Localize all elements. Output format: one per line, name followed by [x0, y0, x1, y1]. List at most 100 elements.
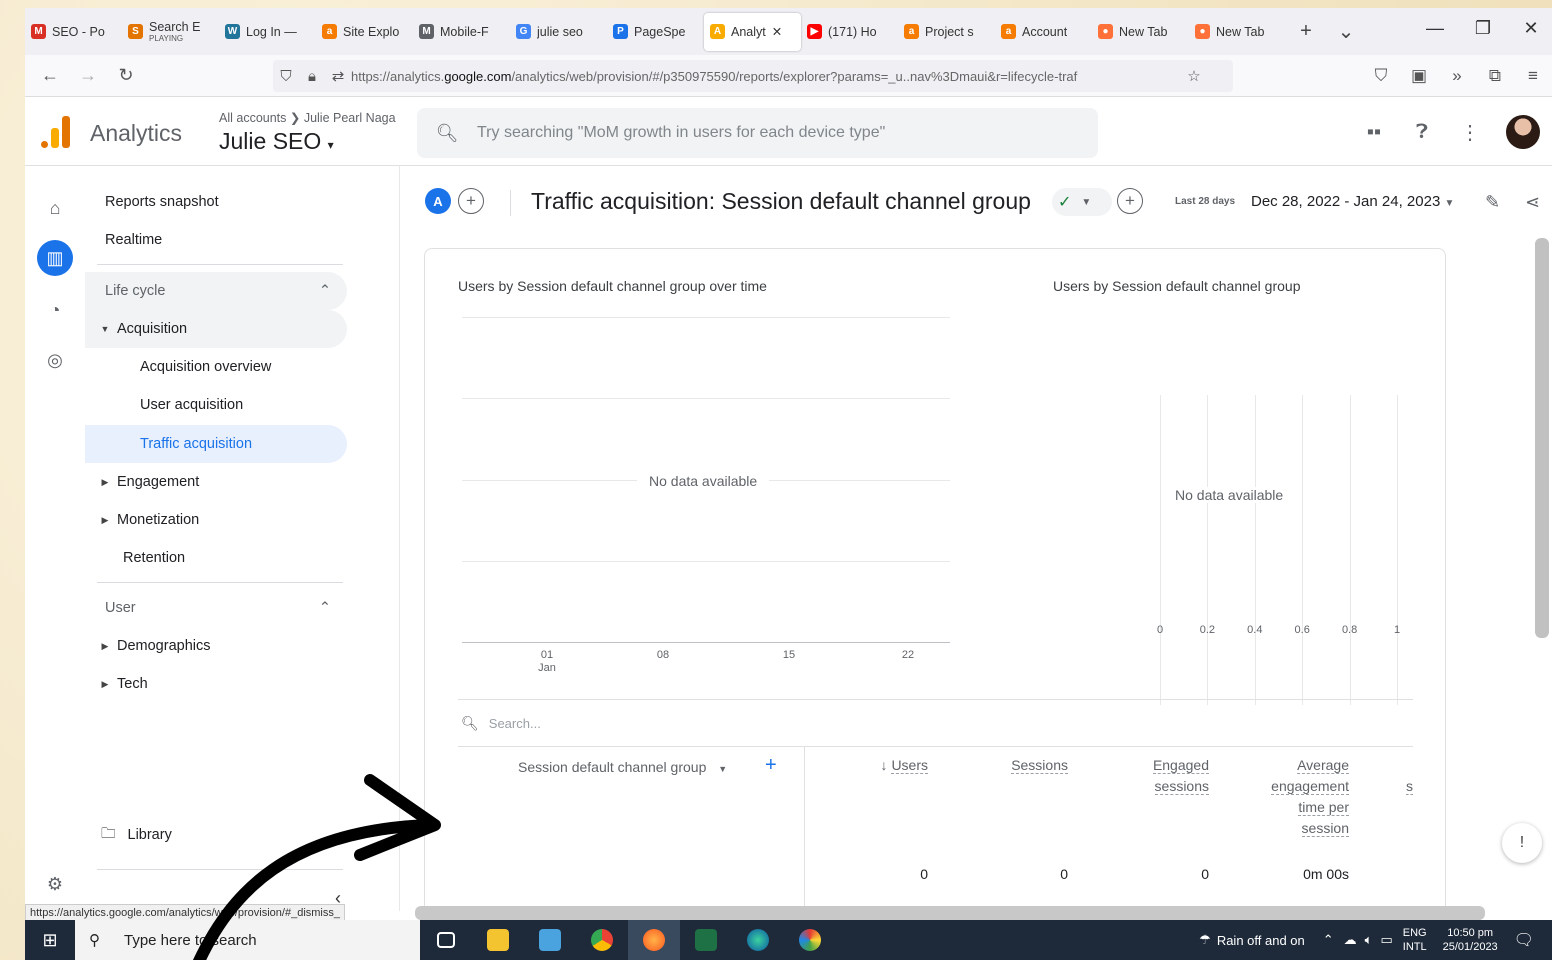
browser-tab[interactable]: P PageSpe	[607, 13, 704, 51]
browser-tab[interactable]: a Site Explo	[316, 13, 413, 51]
minimize-button[interactable]: —	[1415, 18, 1455, 39]
url-text[interactable]: https://analytics.google.com/analytics/w…	[351, 69, 1181, 84]
add-card-icon[interactable]: +	[1117, 188, 1143, 214]
reports-icon[interactable]: ▥	[37, 240, 73, 276]
bookmark-star-icon[interactable]: ☆	[1181, 67, 1207, 85]
add-dimension-icon[interactable]: +	[765, 754, 777, 777]
browser-tab[interactable]: M SEO - Po	[25, 13, 122, 51]
vertical-scrollbar[interactable]	[1535, 238, 1549, 638]
browser-tab[interactable]: a Project s	[898, 13, 995, 51]
nav-realtime[interactable]: Realtime	[85, 221, 347, 259]
nav-user-header[interactable]: User ⌃	[85, 589, 347, 627]
apps-grid-icon[interactable]: ▪▪	[1350, 121, 1398, 144]
excel-icon[interactable]	[680, 920, 732, 960]
restore-button[interactable]: ❐	[1463, 18, 1503, 39]
truncated-column-header[interactable]: s	[1395, 776, 1413, 797]
admin-gear-icon[interactable]: ⚙	[37, 866, 73, 902]
table-search-input[interactable]: 🔍︎ Search...	[458, 699, 1413, 747]
browser-tab[interactable]: ▶ (171) Ho	[801, 13, 898, 51]
home-icon[interactable]: ⌂	[37, 190, 73, 226]
forward-icon[interactable]: →	[69, 65, 107, 86]
nav-reports-snapshot[interactable]: Reports snapshot	[85, 183, 347, 221]
sessions-column-header[interactable]: Sessions	[985, 755, 1068, 776]
extension-icon[interactable]: ▣	[1400, 66, 1438, 86]
dimension-column-header[interactable]: Session default channel group ▼	[518, 757, 727, 780]
explore-icon[interactable]: ◔	[37, 292, 73, 328]
overflow-chevron-icon[interactable]: »	[1438, 66, 1476, 86]
task-view-icon[interactable]	[420, 920, 472, 960]
analytics-logo-icon[interactable]	[41, 116, 71, 148]
weather-text[interactable]: Rain off and on	[1217, 933, 1305, 948]
horizontal-scrollbar[interactable]	[415, 906, 1485, 920]
browser-tab[interactable]: ● New Tab	[1092, 13, 1189, 51]
nav-tech[interactable]: ▶ Tech	[85, 665, 347, 703]
nav-demographics[interactable]: ▶ Demographics	[85, 627, 347, 665]
engaged-sessions-column-header[interactable]: Engaged sessions	[1115, 755, 1209, 797]
nav-monetization[interactable]: ▶ Monetization	[85, 501, 347, 539]
extensions-puzzle-icon[interactable]: ⧉	[1476, 66, 1514, 86]
edge-icon[interactable]	[732, 920, 784, 960]
nav-library[interactable]: 🗀 Library	[85, 816, 347, 854]
clock[interactable]: 10:50 pm 25/01/2023	[1443, 926, 1498, 954]
chrome-icon[interactable]	[576, 920, 628, 960]
nav-user-acquisition[interactable]: User acquisition	[85, 386, 347, 424]
search-input[interactable]: 🔍︎ Try searching "MoM growth in users fo…	[417, 108, 1098, 158]
browser-tab[interactable]: A Analyt ✕	[704, 12, 801, 51]
date-range-picker[interactable]: Dec 28, 2022 - Jan 24, 2023 ▼	[1251, 193, 1454, 210]
notifications-icon[interactable]: 🗨︎	[1514, 930, 1534, 950]
feedback-icon[interactable]: !	[1502, 823, 1542, 863]
new-tab-icon[interactable]: +	[1286, 20, 1326, 43]
permissions-icon[interactable]: ⇄	[325, 67, 351, 85]
firefox-icon[interactable]	[628, 920, 680, 960]
tab-label: julie seo	[537, 24, 583, 39]
breadcrumb[interactable]: All accounts ❯ Julie Pearl Naga	[219, 110, 396, 125]
caret-right-icon: ▶	[101, 640, 109, 651]
close-tab-icon[interactable]: ✕	[772, 24, 782, 39]
cloud-icon[interactable]: ☁	[1344, 932, 1357, 948]
address-bar[interactable]: ⛉ 🔒︎ ⇄ https://analytics.google.com/anal…	[273, 60, 1233, 92]
add-comparison-icon[interactable]: +	[458, 188, 484, 214]
app-icon[interactable]	[524, 920, 576, 960]
menu-icon[interactable]: ≡	[1514, 66, 1552, 86]
more-vert-icon[interactable]: ⋮	[1446, 120, 1494, 145]
browser-tab[interactable]: Gjulie seo	[510, 13, 607, 51]
nav-traffic-acquisition[interactable]: Traffic acquisition	[85, 425, 347, 463]
weather-icon[interactable]: ☂	[1199, 932, 1211, 948]
language-indicator[interactable]: ENG INTL	[1403, 926, 1427, 954]
advertising-icon[interactable]: ◎	[37, 342, 73, 378]
browser-tab[interactable]: M Mobile-F	[413, 13, 510, 51]
report-status-dropdown[interactable]: ✓ ▼	[1052, 188, 1112, 216]
comparison-chip[interactable]: A	[425, 188, 451, 214]
tab-favicon-icon: a	[1001, 24, 1016, 39]
file-explorer-icon[interactable]	[472, 920, 524, 960]
pocket-icon[interactable]: ⛉	[1362, 66, 1400, 86]
browser-tab[interactable]: ● New Tab	[1189, 13, 1286, 51]
nav-acquisition[interactable]: ▼ Acquisition	[85, 310, 347, 348]
avg-engagement-column-header[interactable]: Average engagement time per session	[1245, 755, 1349, 839]
users-column-header[interactable]: ↓ Users	[845, 755, 928, 776]
share-icon[interactable]: ⋖	[1525, 192, 1540, 213]
browser-tab[interactable]: W Log In —	[219, 13, 316, 51]
chevron-up-icon[interactable]: ⌃	[1323, 932, 1334, 948]
nav-lifecycle-header[interactable]: Life cycle ⌃	[85, 272, 347, 310]
nav-engagement[interactable]: ▶ Engagement	[85, 463, 347, 501]
close-window-button[interactable]: ✕	[1511, 18, 1551, 39]
windows-start-icon[interactable]: ⊞	[25, 920, 75, 960]
nav-retention[interactable]: Retention	[85, 539, 347, 577]
avatar[interactable]	[1506, 115, 1540, 149]
lock-icon[interactable]: 🔒︎	[299, 68, 325, 85]
volume-icon[interactable]: 🔈︎	[1365, 932, 1373, 948]
back-icon[interactable]: ←	[31, 65, 69, 86]
paint-icon[interactable]	[784, 920, 836, 960]
property-selector[interactable]: Julie SEO ▾	[219, 128, 334, 155]
help-icon[interactable]: ❓︎	[1398, 121, 1446, 144]
list-tabs-icon[interactable]: ⌄	[1326, 19, 1366, 44]
reload-icon[interactable]: ↻	[107, 65, 145, 86]
customize-report-icon[interactable]: ✎	[1485, 192, 1500, 213]
browser-tab[interactable]: S Search E PLAYING	[122, 13, 219, 51]
taskbar-search-input[interactable]: ⚲ Type here to search	[75, 920, 420, 960]
shield-icon[interactable]: ⛉	[273, 68, 299, 85]
nav-acquisition-overview[interactable]: Acquisition overview	[85, 348, 347, 386]
browser-tab[interactable]: a Account	[995, 13, 1092, 51]
network-icon[interactable]: ▭	[1380, 932, 1392, 948]
